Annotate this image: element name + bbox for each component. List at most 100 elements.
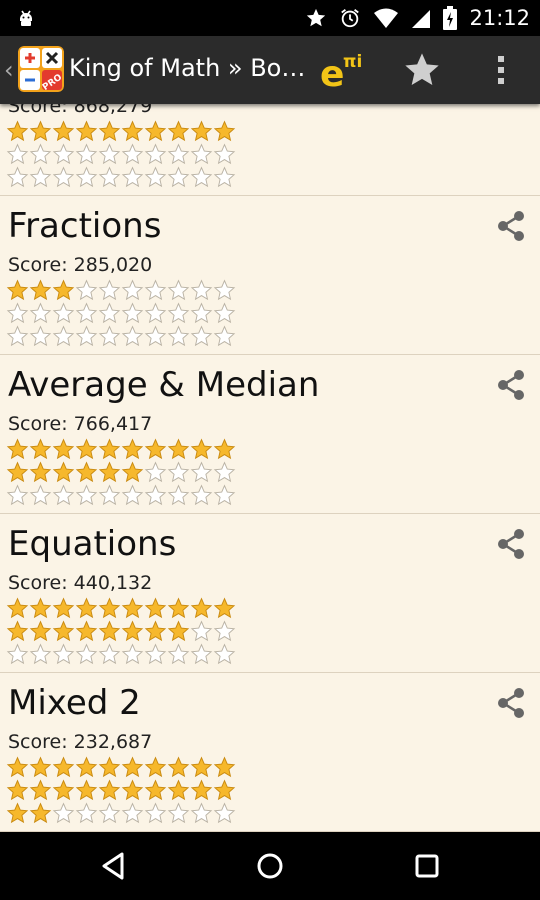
category-card[interactable]: Fractions Score: 285,020: [0, 196, 540, 355]
filled-star-icon: [213, 779, 236, 801]
share-icon[interactable]: [494, 527, 528, 561]
filled-star-icon: [98, 756, 121, 778]
empty-star-icon: [213, 302, 236, 324]
empty-star-icon: [167, 143, 190, 165]
empty-star-icon: [213, 325, 236, 347]
favorite-star-icon[interactable]: [402, 50, 442, 90]
page-title: King of Math » Bo…: [69, 54, 306, 82]
empty-star-icon: [98, 484, 121, 506]
status-time: 21:12: [469, 6, 530, 30]
filled-star-icon: [98, 620, 121, 642]
empty-star-icon: [75, 279, 98, 301]
share-icon[interactable]: [494, 209, 528, 243]
filled-star-icon: [52, 438, 75, 460]
category-list[interactable]: Score: 868,279 Fractions Score: 285,020 Ave…: [0, 104, 540, 832]
king-of-math-pro-icon[interactable]: PRO: [18, 46, 64, 92]
empty-star-icon: [52, 166, 75, 188]
empty-star-icon: [75, 802, 98, 824]
filled-star-icon: [121, 461, 144, 483]
empty-star-icon: [98, 302, 121, 324]
empty-star-icon: [121, 143, 144, 165]
empty-star-icon: [98, 279, 121, 301]
empty-star-icon: [190, 643, 213, 665]
empty-star-icon: [98, 325, 121, 347]
category-card[interactable]: Mixed 2 Score: 232,687: [0, 673, 540, 832]
home-icon[interactable]: [253, 849, 287, 883]
category-card[interactable]: Equations Score: 440,132: [0, 514, 540, 673]
filled-star-icon: [144, 438, 167, 460]
filled-star-icon: [190, 756, 213, 778]
empty-star-icon: [29, 325, 52, 347]
filled-star-icon: [29, 120, 52, 142]
empty-star-icon: [190, 143, 213, 165]
empty-star-icon: [6, 643, 29, 665]
filled-star-icon: [6, 597, 29, 619]
empty-star-icon: [144, 302, 167, 324]
recents-icon[interactable]: [410, 849, 444, 883]
empty-star-icon: [167, 802, 190, 824]
filled-star-icon: [6, 756, 29, 778]
filled-star-icon: [98, 461, 121, 483]
empty-star-icon: [213, 166, 236, 188]
filled-star-icon: [121, 120, 144, 142]
filled-star-icon: [6, 279, 29, 301]
empty-star-icon: [75, 643, 98, 665]
filled-star-icon: [29, 438, 52, 460]
empty-star-icon: [75, 166, 98, 188]
category-name: Average & Median: [8, 365, 320, 405]
empty-star-icon: [121, 325, 144, 347]
filled-star-icon: [52, 279, 75, 301]
share-icon[interactable]: [494, 368, 528, 402]
overflow-menu-icon[interactable]: [486, 50, 516, 90]
category-card[interactable]: Score: 868,279: [0, 104, 540, 196]
filled-star-icon: [75, 120, 98, 142]
filled-star-icon: [29, 756, 52, 778]
filled-star-icon: [167, 779, 190, 801]
emi-icon[interactable]: e πi: [318, 50, 368, 92]
empty-star-icon: [52, 643, 75, 665]
empty-star-icon: [75, 143, 98, 165]
filled-star-icon: [6, 461, 29, 483]
filled-star-icon: [121, 438, 144, 460]
filled-star-icon: [190, 438, 213, 460]
empty-star-icon: [190, 461, 213, 483]
filled-star-icon: [98, 120, 121, 142]
filled-star-icon: [121, 756, 144, 778]
empty-star-icon: [52, 325, 75, 347]
status-bar: 21:12: [0, 0, 540, 36]
filled-star-icon: [167, 597, 190, 619]
empty-star-icon: [167, 325, 190, 347]
category-card[interactable]: Average & Median Score: 766,417: [0, 355, 540, 514]
category-score: Score: 285,020: [8, 254, 153, 276]
filled-star-icon: [29, 461, 52, 483]
empty-star-icon: [29, 143, 52, 165]
empty-star-icon: [29, 302, 52, 324]
category-score: Score: 440,132: [8, 572, 153, 594]
empty-star-icon: [144, 279, 167, 301]
empty-star-icon: [29, 643, 52, 665]
empty-star-icon: [121, 802, 144, 824]
empty-star-icon: [190, 620, 213, 642]
filled-star-icon: [6, 120, 29, 142]
empty-star-icon: [213, 143, 236, 165]
empty-star-icon: [190, 325, 213, 347]
empty-star-icon: [75, 325, 98, 347]
star-icon: [307, 8, 326, 27]
up-caret-icon[interactable]: ‹: [4, 56, 14, 84]
category-name: Fractions: [8, 206, 162, 246]
share-icon[interactable]: [494, 686, 528, 720]
empty-star-icon: [213, 620, 236, 642]
empty-star-icon: [167, 166, 190, 188]
filled-star-icon: [75, 756, 98, 778]
back-icon[interactable]: [96, 849, 130, 883]
filled-star-icon: [29, 620, 52, 642]
star-rating: [6, 120, 246, 189]
filled-star-icon: [6, 438, 29, 460]
category-score: Score: 766,417: [8, 413, 153, 435]
empty-star-icon: [52, 143, 75, 165]
empty-star-icon: [52, 484, 75, 506]
filled-star-icon: [29, 279, 52, 301]
empty-star-icon: [213, 802, 236, 824]
alarm-icon: [341, 9, 360, 28]
star-rating: [6, 756, 246, 825]
